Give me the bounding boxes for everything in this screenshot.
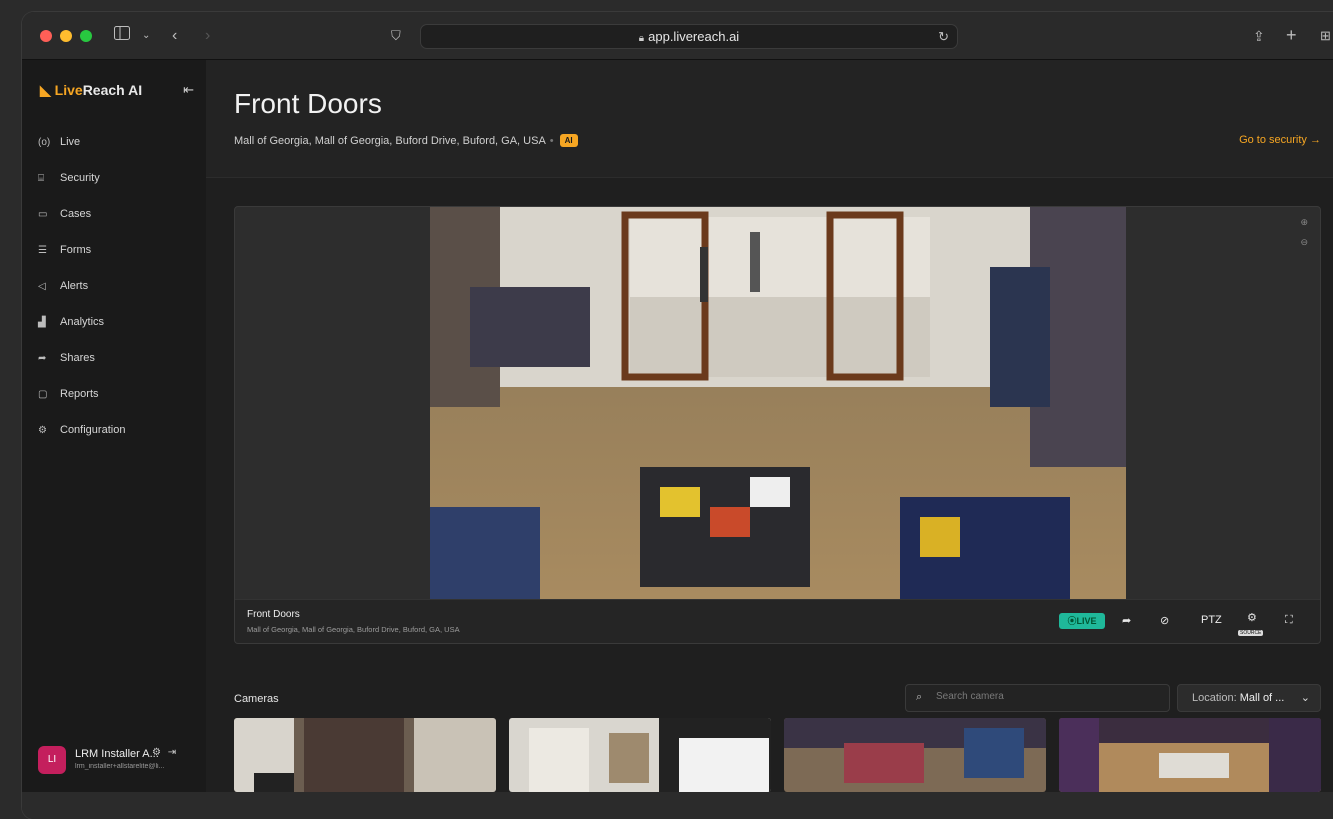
live-icon: (o) bbox=[38, 136, 51, 148]
url-text: app.livereach.ai bbox=[648, 29, 740, 44]
user-name: LRM Installer A... bbox=[75, 748, 159, 760]
settings-gear-icon[interactable]: ⚙ bbox=[152, 747, 161, 758]
share-arrow-icon[interactable]: ➦ bbox=[1122, 614, 1131, 627]
sidebar-nav: (o) Live ⌸ Security ▭ Cases ☰ Forms ◁ Alerts … bbox=[22, 124, 206, 448]
collapse-sidebar-icon[interactable]: ⇤ bbox=[183, 82, 194, 98]
camera-location: Mall of Georgia, Mall of Georgia, Buford… bbox=[247, 625, 460, 634]
sidebar: ◣ LiveReach AI ⇤ (o) Live ⌸ Security ▭ Case… bbox=[22, 60, 206, 792]
gear-icon: ⚙ bbox=[38, 424, 47, 436]
forward-arrow-icon[interactable]: › bbox=[205, 26, 210, 46]
privacy-shield-icon[interactable]: ⛉ bbox=[391, 26, 401, 46]
sidebar-item-reports[interactable]: ▢ Reports bbox=[22, 376, 206, 412]
sidebar-item-alerts[interactable]: ◁ Alerts bbox=[22, 268, 206, 304]
search-icon: ⌕ bbox=[916, 691, 923, 703]
main-content: Front Doors Mall of Georgia, Mall of Geo… bbox=[206, 60, 1333, 792]
video-player: ⊕ ⊖ Front Doors Mall of Georgia, Mall of… bbox=[234, 206, 1321, 644]
ptz-button[interactable]: PTZ bbox=[1201, 614, 1222, 626]
sidebar-item-security[interactable]: ⌸ Security bbox=[22, 160, 206, 196]
form-icon: ☰ bbox=[38, 244, 47, 256]
folder-icon: ▭ bbox=[38, 208, 48, 220]
chevron-down-icon[interactable]: ⌄ bbox=[142, 26, 150, 46]
sidebar-item-configuration[interactable]: ⚙ Configuration bbox=[22, 412, 206, 448]
cameras-section-title: Cameras bbox=[234, 693, 279, 705]
live-badge[interactable]: ⦿LIVE bbox=[1059, 613, 1105, 629]
camera-thumbnail[interactable] bbox=[234, 718, 496, 792]
share-icon: ➦ bbox=[38, 352, 47, 364]
browser-window: ⌄ ‹ › ⛉ 🔒︎ app.livereach.ai ↻ ⇪ + ⊞ ◣ Liv… bbox=[22, 12, 1333, 819]
zoom-out-icon[interactable]: ⊖ bbox=[1300, 237, 1308, 248]
location-dropdown[interactable]: Location: Mall of ... ⌄ bbox=[1177, 684, 1321, 712]
minimize-window-button[interactable] bbox=[60, 30, 72, 42]
camera-thumbnail[interactable] bbox=[784, 718, 1046, 792]
logo-mark-icon: ◣ bbox=[40, 82, 51, 98]
source-label: SOURCE bbox=[1238, 630, 1264, 636]
new-tab-icon[interactable]: + bbox=[1286, 26, 1297, 44]
zoom-window-button[interactable] bbox=[80, 30, 92, 42]
brand-logo[interactable]: ◣ LiveReach AI bbox=[40, 82, 142, 99]
source-gear-icon[interactable]: ⚙ bbox=[1247, 611, 1257, 624]
ai-badge: AI bbox=[559, 134, 578, 147]
address-bar[interactable]: 🔒︎ app.livereach.ai ↻ bbox=[420, 24, 958, 49]
audio-mute-icon[interactable]: ⊘ bbox=[1160, 614, 1169, 627]
search-camera-field[interactable]: ⌕ bbox=[905, 684, 1170, 712]
user-profile[interactable]: LI LRM Installer A... ⚙ ⇥ lrm_installer+… bbox=[38, 746, 198, 776]
browser-statusbar bbox=[22, 792, 1333, 819]
lock-icon: 🔒︎ bbox=[638, 33, 645, 44]
report-icon: ▢ bbox=[38, 388, 48, 400]
share-icon[interactable]: ⇪ bbox=[1253, 26, 1265, 46]
bar-chart-icon: ▟ bbox=[38, 316, 46, 328]
sidebar-item-forms[interactable]: ☰ Forms bbox=[22, 232, 206, 268]
page-header: Front Doors Mall of Georgia, Mall of Geo… bbox=[206, 60, 1333, 178]
player-controls: Front Doors Mall of Georgia, Mall of Geo… bbox=[235, 599, 1320, 643]
zoom-in-icon[interactable]: ⊕ bbox=[1300, 217, 1308, 228]
logout-icon[interactable]: ⇥ bbox=[168, 747, 176, 758]
browser-titlebar: ⌄ ‹ › ⛉ 🔒︎ app.livereach.ai ↻ ⇪ + ⊞ bbox=[22, 12, 1333, 60]
reload-icon[interactable]: ↻ bbox=[938, 25, 949, 48]
tab-overview-icon[interactable]: ⊞ bbox=[1320, 26, 1331, 46]
sidebar-item-cases[interactable]: ▭ Cases bbox=[22, 196, 206, 232]
location-subtitle: Mall of Georgia, Mall of Georgia, Buford… bbox=[234, 134, 578, 147]
page-title: Front Doors bbox=[234, 88, 382, 119]
sidebar-toggle-icon[interactable] bbox=[114, 26, 130, 46]
camera-thumbnail[interactable] bbox=[1059, 718, 1321, 792]
search-input[interactable] bbox=[936, 691, 1156, 702]
chevron-down-icon: ⌄ bbox=[1300, 692, 1310, 704]
megaphone-icon: ◁ bbox=[38, 280, 46, 292]
security-camera-icon: ⌸ bbox=[38, 172, 44, 184]
separator-dot: • bbox=[549, 135, 554, 147]
sidebar-item-shares[interactable]: ➦ Shares bbox=[22, 340, 206, 376]
sidebar-item-live[interactable]: (o) Live bbox=[22, 124, 206, 160]
user-email: lrm_installer+allstarelite@li... bbox=[75, 763, 165, 770]
close-window-button[interactable] bbox=[40, 30, 52, 42]
sidebar-item-analytics[interactable]: ▟ Analytics bbox=[22, 304, 206, 340]
go-to-security-link[interactable]: Go to security → bbox=[1239, 134, 1321, 146]
back-arrow-icon[interactable]: ‹ bbox=[172, 26, 177, 46]
camera-thumbnail[interactable] bbox=[509, 718, 771, 792]
fullscreen-icon[interactable]: ⛶ bbox=[1285, 614, 1293, 627]
camera-name: Front Doors bbox=[247, 609, 300, 620]
live-video-feed[interactable] bbox=[430, 207, 1126, 599]
avatar: LI bbox=[38, 746, 66, 774]
